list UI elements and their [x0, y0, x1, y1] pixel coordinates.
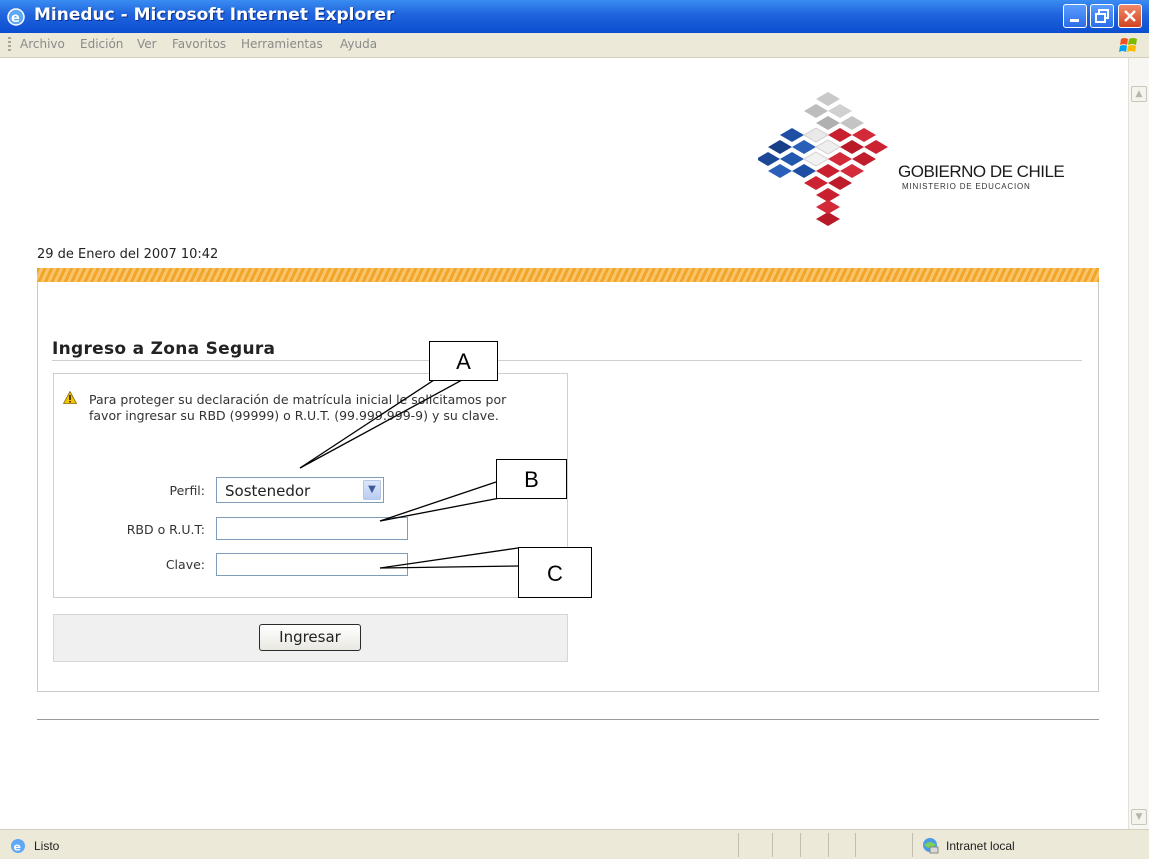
- perfil-selected-value: Sostenedor: [225, 482, 311, 500]
- warning-icon: [63, 391, 77, 404]
- rut-label: RBD o R.U.T:: [126, 522, 205, 537]
- header-stripe: [37, 268, 1099, 282]
- menu-archivo[interactable]: Archivo: [20, 37, 65, 51]
- ie-icon: e: [7, 8, 25, 26]
- close-icon: [1124, 10, 1136, 22]
- ingresar-button[interactable]: Ingresar: [259, 624, 361, 651]
- status-separator: [800, 833, 801, 857]
- clave-label: Clave:: [165, 557, 205, 572]
- minimize-icon: [1070, 19, 1079, 22]
- scroll-up-icon[interactable]: ▲: [1131, 86, 1147, 102]
- status-separator: [772, 833, 773, 857]
- menu-bar: Archivo Edición Ver Favoritos Herramient…: [0, 33, 1149, 58]
- status-separator: [828, 833, 829, 857]
- intranet-zone-icon: [923, 838, 939, 854]
- notice-text: Para proteger su declaración de matrícul…: [89, 392, 507, 423]
- status-text: Listo: [34, 839, 60, 853]
- callout-c: C: [518, 547, 592, 598]
- page-icon: e: [11, 839, 25, 854]
- date-label: 29 de Enero del 2007 10:42: [37, 247, 219, 262]
- clave-input[interactable]: [216, 553, 408, 576]
- scroll-down-icon[interactable]: ▼: [1131, 809, 1147, 825]
- svg-text:e: e: [11, 11, 20, 26]
- callout-a: A: [429, 341, 498, 381]
- status-separator: [912, 833, 913, 857]
- rut-input[interactable]: [216, 517, 408, 540]
- menu-ayuda[interactable]: Ayuda: [340, 37, 377, 51]
- callout-b: B: [496, 459, 567, 499]
- gobierno-logo-icon: [758, 92, 888, 226]
- menu-ver[interactable]: Ver: [137, 37, 157, 51]
- menu-favoritos[interactable]: Favoritos: [172, 37, 226, 51]
- perfil-label: Perfil:: [169, 483, 205, 498]
- perfil-select[interactable]: Sostenedor ▼: [216, 477, 384, 503]
- page-title: Ingreso a Zona Segura: [52, 339, 276, 359]
- menu-edicion[interactable]: Edición: [80, 37, 123, 51]
- title-bar: e Mineduc - Microsoft Internet Explorer: [0, 0, 1149, 33]
- windows-logo-icon: [1119, 38, 1137, 52]
- ministerio-subtitle: MINISTERIO DE EDUCACION: [902, 182, 1031, 191]
- status-separator: [738, 833, 739, 857]
- status-bar: e Listo Intranet local: [0, 829, 1149, 859]
- close-button[interactable]: [1118, 4, 1142, 28]
- restore-icon: [1095, 9, 1109, 23]
- window-title: Mineduc - Microsoft Internet Explorer: [34, 5, 395, 25]
- gobierno-title: GOBIERNO DE CHILE: [898, 162, 1065, 181]
- menu-herramientas[interactable]: Herramientas: [241, 37, 323, 51]
- chevron-down-icon[interactable]: ▼: [363, 480, 381, 500]
- vertical-scrollbar[interactable]: ▲ ▼: [1128, 58, 1149, 829]
- heading-divider: [52, 360, 1082, 361]
- minimize-button[interactable]: [1063, 4, 1087, 28]
- svg-text:e: e: [14, 841, 21, 854]
- restore-button[interactable]: [1090, 4, 1114, 28]
- zone-text: Intranet local: [946, 839, 1015, 853]
- toolbar-grip[interactable]: [8, 37, 11, 53]
- bottom-divider: [37, 719, 1099, 720]
- status-separator: [855, 833, 856, 857]
